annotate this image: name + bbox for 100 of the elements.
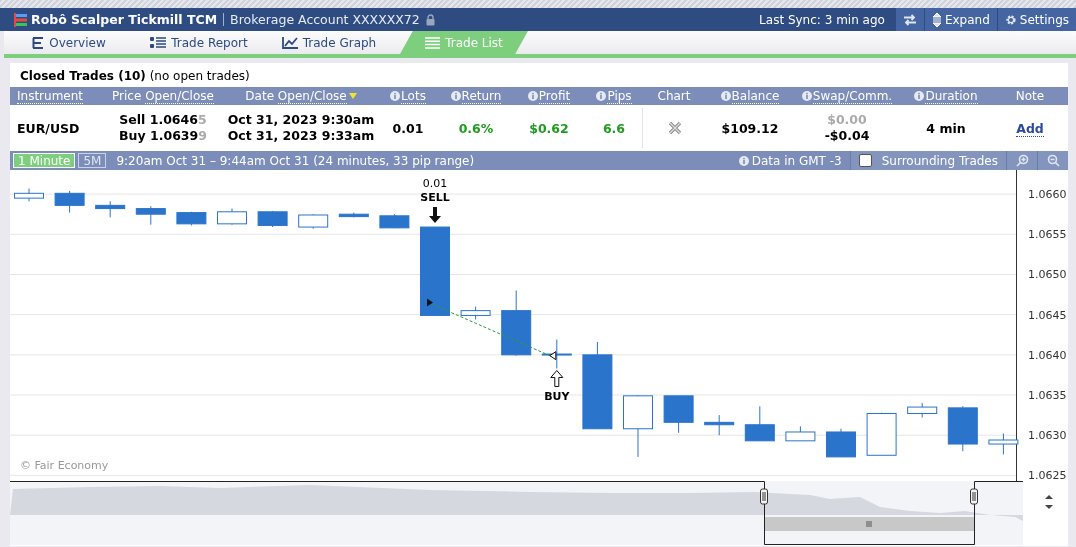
candle: [176, 211, 207, 226]
column-header[interactable]: Instrument: [17, 89, 84, 104]
axis-label: 1.0660: [1028, 188, 1067, 202]
column-header[interactable]: Date Open/Close: [245, 89, 347, 104]
zoom-in-button[interactable]: [1006, 151, 1037, 170]
column-header[interactable]: Price Open/Close: [112, 89, 214, 104]
date-text: Oct 31, 2023 9:30am: [227, 112, 375, 128]
copyright-text: © Fair Economy: [20, 459, 109, 472]
timezone-text: Data in GMT -3: [751, 153, 842, 168]
info-icon: [914, 91, 925, 101]
candle: [947, 405, 978, 452]
table-cell-text: 0.6%: [457, 120, 495, 136]
candle: [826, 428, 856, 458]
commission-value: -$0.04: [824, 128, 870, 144]
lock-icon: [425, 13, 435, 26]
zoom-out-icon: [1046, 154, 1060, 167]
account-name: Brokerage Account XXXXXX72: [230, 12, 420, 27]
candle: [135, 205, 166, 226]
column-header[interactable]: Swap/Comm.: [812, 89, 893, 104]
zoom-out-button[interactable]: [1037, 151, 1068, 170]
axis-label: 1.0655: [1028, 228, 1067, 242]
range-text: 9:20am Oct 31 – 9:44am Oct 31 (24 minutes, 33 pip range): [116, 153, 475, 168]
axis-label: 1.0630: [1028, 429, 1067, 443]
up-arrow-icon: [550, 370, 564, 387]
column-header[interactable]: Duration: [925, 89, 978, 104]
price-text: Sell 1.06465: [119, 112, 207, 128]
summary-text: Closed Trades (10) (no open trades): [19, 68, 251, 85]
table-cell-text: $0.62: [528, 120, 570, 136]
info-icon: [527, 91, 538, 101]
candle: [338, 212, 369, 218]
interval-button[interactable]: 5M: [78, 153, 107, 168]
table-cell-text: 0.01: [391, 120, 425, 136]
table-cell-text: 6.6: [601, 120, 627, 136]
bulleted-list-icon: [150, 36, 167, 49]
candle: [14, 188, 44, 202]
settings-button[interactable]: Settings: [996, 8, 1076, 31]
checkbox-label: Surrounding Trades: [881, 153, 998, 168]
axis-label: 1.0640: [1028, 348, 1067, 362]
candle: [988, 433, 1019, 455]
interval-button[interactable]: 1 Minute: [13, 153, 76, 168]
close-icon[interactable]: [667, 121, 682, 135]
axis-label: 1.0645: [1028, 308, 1067, 322]
list-icon: [425, 36, 441, 49]
table-cell-text: 4 min: [925, 120, 967, 136]
candle: [541, 339, 572, 369]
candle: [785, 425, 816, 442]
info-icon: [738, 155, 749, 166]
tab[interactable]: Trade Report: [134, 31, 264, 54]
app-logo-icon: [14, 12, 27, 27]
swap-arrows-icon: [902, 13, 917, 26]
candle: [298, 213, 329, 230]
info-icon: [450, 91, 461, 101]
info-icon: [720, 91, 731, 101]
candle: [744, 405, 775, 442]
tab[interactable]: Trade List: [400, 31, 528, 54]
settings-icon: [1004, 13, 1017, 26]
down-arrow-icon: [429, 207, 441, 224]
candle: [257, 210, 288, 228]
tab[interactable]: Overview: [4, 31, 134, 54]
column-header: Chart: [657, 89, 691, 103]
trade-label: SELL: [420, 191, 450, 205]
info-icon: [801, 91, 812, 101]
candle: [866, 412, 897, 456]
list-icon: [32, 36, 45, 49]
trade-label: BUY: [544, 390, 570, 404]
axis-label: 1.0650: [1028, 268, 1067, 282]
column-header[interactable]: Lots: [401, 89, 426, 104]
line-graph-icon: [281, 36, 298, 49]
axis-label: 1.0635: [1028, 389, 1067, 402]
resize-icon: [1045, 495, 1053, 509]
date-text: Oct 31, 2023 9:33am: [227, 128, 375, 144]
column-header[interactable]: Balance: [731, 89, 780, 104]
candle: [663, 395, 694, 434]
candle: [54, 190, 85, 214]
swap-value: $0.00: [827, 112, 867, 128]
checkbox[interactable]: [858, 154, 872, 167]
candle: [95, 200, 126, 218]
column-header[interactable]: Return: [461, 89, 502, 104]
candle: [704, 414, 735, 436]
add-note-link[interactable]: Add: [1016, 120, 1044, 137]
window-title: Robô Scalper Tickmill TCM: [31, 12, 218, 27]
column-header[interactable]: Pips: [607, 89, 632, 104]
axis-label: 1.0625: [1028, 469, 1067, 481]
range-handle[interactable]: [760, 488, 768, 505]
table-cell-text: $109.12: [720, 120, 780, 136]
column-header: Note: [1015, 89, 1045, 103]
zoom-in-icon: [1015, 154, 1029, 167]
tab[interactable]: Trade Graph: [264, 31, 394, 54]
candle: [623, 394, 653, 458]
column-header[interactable]: Profit: [538, 89, 571, 104]
info-icon: [596, 91, 607, 101]
price-text: Buy 1.06399: [119, 128, 207, 144]
candle: [379, 213, 410, 229]
table-cell-text: EUR/USD: [16, 120, 81, 136]
candle: [501, 290, 532, 357]
sync-button[interactable]: [894, 8, 924, 31]
trade-size-label: 0.01: [422, 177, 448, 191]
expand-icon: [931, 12, 942, 27]
range-handle[interactable]: [970, 488, 978, 505]
expand-button[interactable]: Expand: [923, 8, 997, 31]
